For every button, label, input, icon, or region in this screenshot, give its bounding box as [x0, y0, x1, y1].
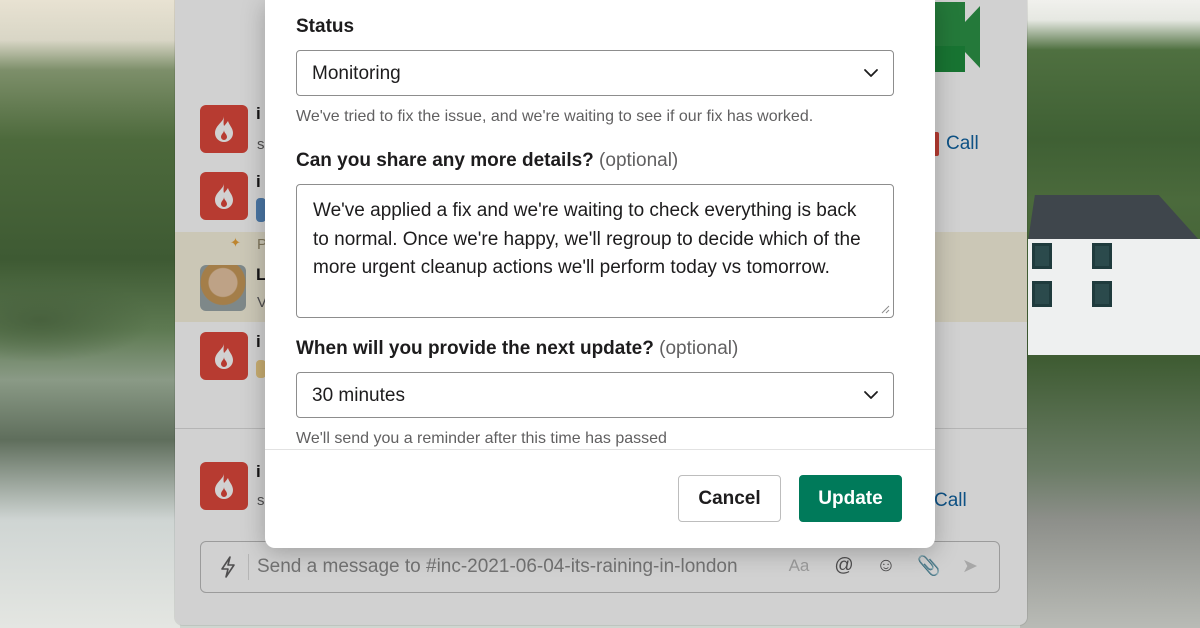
modal-footer-divider [265, 449, 935, 450]
background-photo-left [0, 0, 180, 628]
next-update-select-value: 30 minutes [312, 385, 405, 406]
next-update-hint: We'll send you a reminder after this tim… [296, 430, 667, 447]
cancel-button[interactable]: Cancel [678, 475, 781, 522]
next-update-label: When will you provide the next update? (… [296, 338, 738, 360]
details-textarea[interactable]: We've applied a fix and we're waiting to… [296, 184, 894, 318]
next-update-select[interactable]: 30 minutes [296, 372, 894, 418]
status-select[interactable]: Monitoring [296, 50, 894, 96]
resize-grip-icon[interactable] [880, 304, 890, 314]
next-update-optional-tag: (optional) [659, 338, 739, 359]
details-optional-tag: (optional) [599, 150, 679, 171]
status-hint: We've tried to fix the issue, and we're … [296, 108, 814, 125]
status-label: Status [296, 16, 355, 37]
update-incident-modal: Status Monitoring We've tried to fix the… [265, 0, 935, 548]
details-text: We've applied a fix and we're waiting to… [313, 200, 861, 278]
chevron-down-icon [864, 69, 878, 77]
update-button[interactable]: Update [799, 475, 902, 522]
details-label-text: Can you share any more details? [296, 150, 594, 171]
status-select-value: Monitoring [312, 63, 401, 84]
next-update-label-text: When will you provide the next update? [296, 338, 654, 359]
chevron-down-icon [864, 391, 878, 399]
details-label: Can you share any more details? (optiona… [296, 150, 678, 172]
background-house [1028, 195, 1200, 355]
